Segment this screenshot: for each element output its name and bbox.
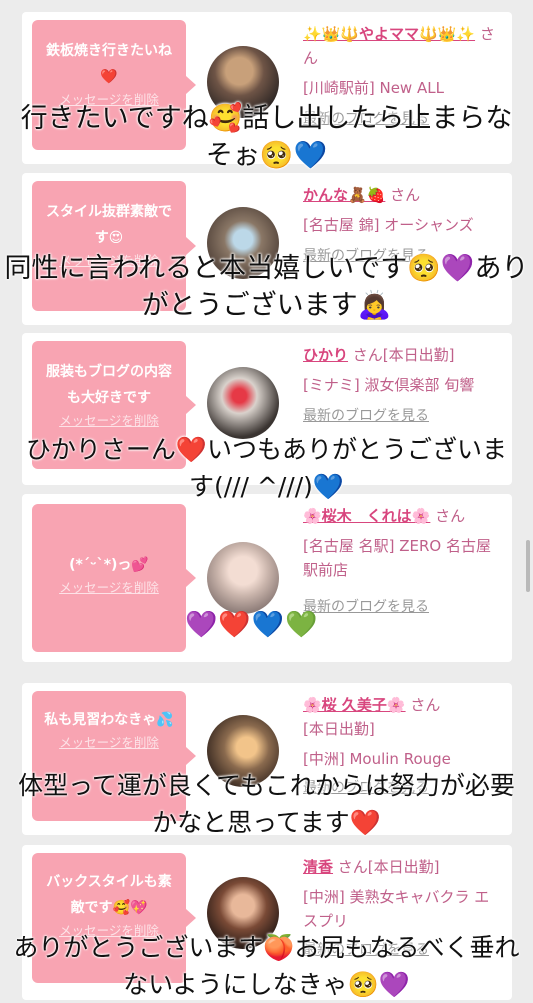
- avatar[interactable]: [207, 542, 279, 614]
- cast-name-line: ✨👑🔱やよママ🔱👑✨ さん: [303, 22, 503, 70]
- reply-caption: ひかりさーん❤️いつもありがとうございます(/// ^///)💙: [25, 435, 508, 501]
- honorific: さん: [410, 696, 441, 714]
- cast-info: 🌸桜木 くれは🌸 さん [名古屋 名駅] ZERO 名古屋駅前店 最新のブログを…: [303, 504, 503, 618]
- blog-link[interactable]: 最新のブログを見る: [303, 405, 503, 427]
- message-text: 服装もブログの内容も大好きです: [46, 364, 172, 406]
- message-text: バックスタイルも素敵です🥰💖: [46, 874, 172, 916]
- delete-message-link[interactable]: メッセージを削除: [32, 733, 186, 753]
- shop-name: [名古屋 名駅] ZERO 名古屋駅前店: [303, 537, 491, 579]
- cast-name-link[interactable]: 清香: [303, 858, 333, 876]
- cast-name-link[interactable]: かんな🧸🍓: [303, 186, 385, 204]
- status-text: さん[本日出勤]: [352, 346, 455, 364]
- message-text: 鉄板焼き行きたいね❤️: [46, 43, 172, 85]
- status-text: さん[本日出勤]: [337, 858, 440, 876]
- delete-message-link[interactable]: メッセージを削除: [32, 411, 186, 431]
- cast-name-link[interactable]: ひかり: [303, 346, 348, 364]
- message-text: 私も見習わなきゃ💦: [44, 712, 174, 728]
- heart-emojis: 💜❤️💙💚: [185, 610, 319, 640]
- reply-caption: 行きたいですね🥰話し出したら止まらなそぉ🥺💙: [20, 103, 513, 171]
- cast-info: ひかり さん[本日出勤] [ミナミ] 淑女倶楽部 旬響 最新のブログを見る: [303, 343, 503, 427]
- shop-name: [中洲] 美熟女キャバクラ エスプリ: [303, 888, 490, 930]
- delete-message-link[interactable]: メッセージを削除: [32, 578, 186, 598]
- cast-name-line: かんな🧸🍓 さん: [303, 183, 503, 207]
- shop-name: [ミナミ] 淑女倶楽部 旬響: [303, 376, 475, 394]
- blog-link[interactable]: 最新のブログを見る: [303, 596, 503, 618]
- cast-name-line: 清香 さん[本日出勤]: [303, 855, 503, 879]
- cast-name-link[interactable]: 🌸桜木 くれは🌸: [303, 507, 430, 525]
- scrollbar[interactable]: [526, 540, 530, 592]
- cast-name-line: 🌸桜木 くれは🌸 さん: [303, 504, 503, 528]
- reply-caption: ありがとうございます🍑お尻もなるべく垂れないようにしなきゃ🥺💜: [13, 933, 520, 999]
- reply-caption: 体型って運が良くてもこれからは努力が必要かなと思ってます❤️: [18, 771, 515, 837]
- shop-name: [川崎駅前] New ALL: [303, 79, 444, 97]
- status-text: [本日出勤]: [303, 720, 375, 738]
- honorific: さん: [390, 186, 421, 204]
- cast-name-link[interactable]: ✨👑🔱やよママ🔱👑✨: [303, 25, 475, 43]
- cast-name-link[interactable]: 🌸桜 久美子🌸: [303, 696, 406, 714]
- message-text: (*´ᵕ`*)っ💕: [69, 557, 149, 573]
- reply-caption: 同性に言われると本当嬉しいです🥺💜ありがとうございます🙇‍♀️: [4, 253, 529, 321]
- avatar[interactable]: [207, 367, 279, 439]
- shop-name: [名古屋 錦] オーシャンズ: [303, 216, 474, 234]
- honorific: さん: [435, 507, 466, 525]
- message-bubble: (*´ᵕ`*)っ💕 メッセージを削除: [32, 504, 196, 652]
- cast-name-line: 🌸桜 久美子🌸 さん: [303, 693, 503, 717]
- cast-name-line: ひかり さん[本日出勤]: [303, 343, 503, 367]
- message-text: スタイル抜群素敵です😍: [46, 204, 172, 246]
